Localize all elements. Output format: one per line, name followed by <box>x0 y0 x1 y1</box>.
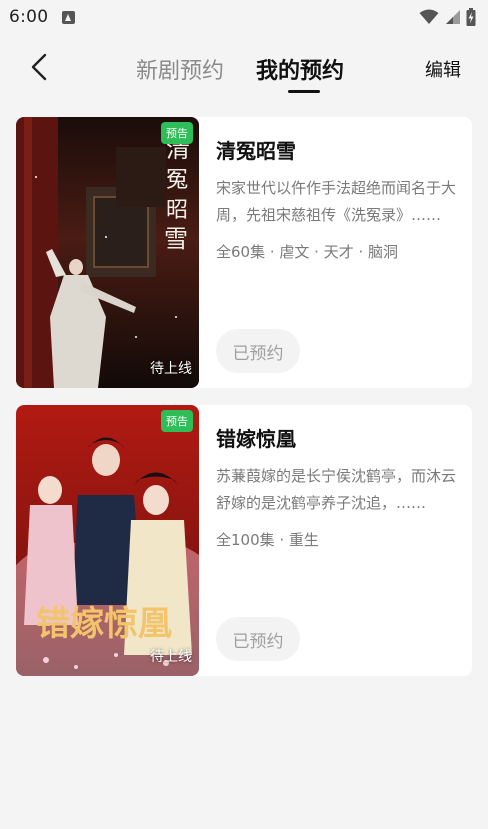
system-icons <box>419 8 476 26</box>
poster-status-label: 待上线 <box>150 361 192 377</box>
reserved-button[interactable]: 已预约 <box>216 617 300 661</box>
poster-calligraphy: 错嫁惊凰 <box>36 604 172 644</box>
back-button[interactable] <box>26 52 54 82</box>
top-nav: 新剧预约 我的预约 编辑 <box>0 34 488 100</box>
svg-text:冤: 冤 <box>166 168 188 193</box>
battery-icon <box>466 8 476 26</box>
edit-button[interactable]: 编辑 <box>425 56 461 82</box>
status-bar: 6:00 <box>0 0 488 34</box>
trailer-badge: 预告 <box>161 410 193 432</box>
signal-icon <box>446 10 460 24</box>
drama-tags: 全100集 · 重生 <box>216 531 319 549</box>
wifi-icon <box>419 9 439 24</box>
drama-description: 苏蒹葭嫁的是长宁侯沈鹤亭，而沐云舒嫁的是沈鹤亭养子沈追，…… <box>216 467 457 512</box>
drama-tags: 全60集 · 虐文 · 天才 · 脑洞 <box>216 243 399 261</box>
drama-poster[interactable]: 错嫁惊凰 预告 待上线 <box>16 405 199 676</box>
svg-text:昭: 昭 <box>166 198 188 223</box>
reservation-card[interactable]: 清 冤 昭 雪 预告 待上线 清冤昭雪 宋家世代以仵作手法超绝而闻名于大周，先祖… <box>16 117 472 388</box>
tab-new-reservations[interactable]: 新剧预约 <box>136 53 224 85</box>
drama-title: 清冤昭雪 <box>216 139 296 163</box>
poster-status-label: 待上线 <box>150 649 192 665</box>
svg-text:雪: 雪 <box>164 225 188 253</box>
notification-icon <box>62 10 76 24</box>
tab-my-reservations[interactable]: 我的预约 <box>256 53 344 85</box>
poster-artwork: 错嫁惊凰 <box>16 405 199 676</box>
drama-poster[interactable]: 清 冤 昭 雪 预告 待上线 <box>16 117 199 388</box>
poster-artwork: 清 冤 昭 雪 <box>16 117 199 388</box>
active-tab-indicator <box>288 90 320 93</box>
reserved-button[interactable]: 已预约 <box>216 329 300 373</box>
drama-description: 宋家世代以仵作手法超绝而闻名于大周，先祖宋慈祖传《洗冤录》…… <box>216 179 457 224</box>
back-arrow-icon <box>31 53 47 81</box>
drama-title: 错嫁惊凰 <box>216 427 296 451</box>
status-time: 6:00 <box>9 7 49 27</box>
trailer-badge: 预告 <box>161 122 193 144</box>
reservation-card[interactable]: 错嫁惊凰 预告 待上线 错嫁惊凰 苏蒹葭嫁的是长宁侯沈鹤亭，而沐云舒嫁的是沈鹤亭… <box>16 405 472 676</box>
